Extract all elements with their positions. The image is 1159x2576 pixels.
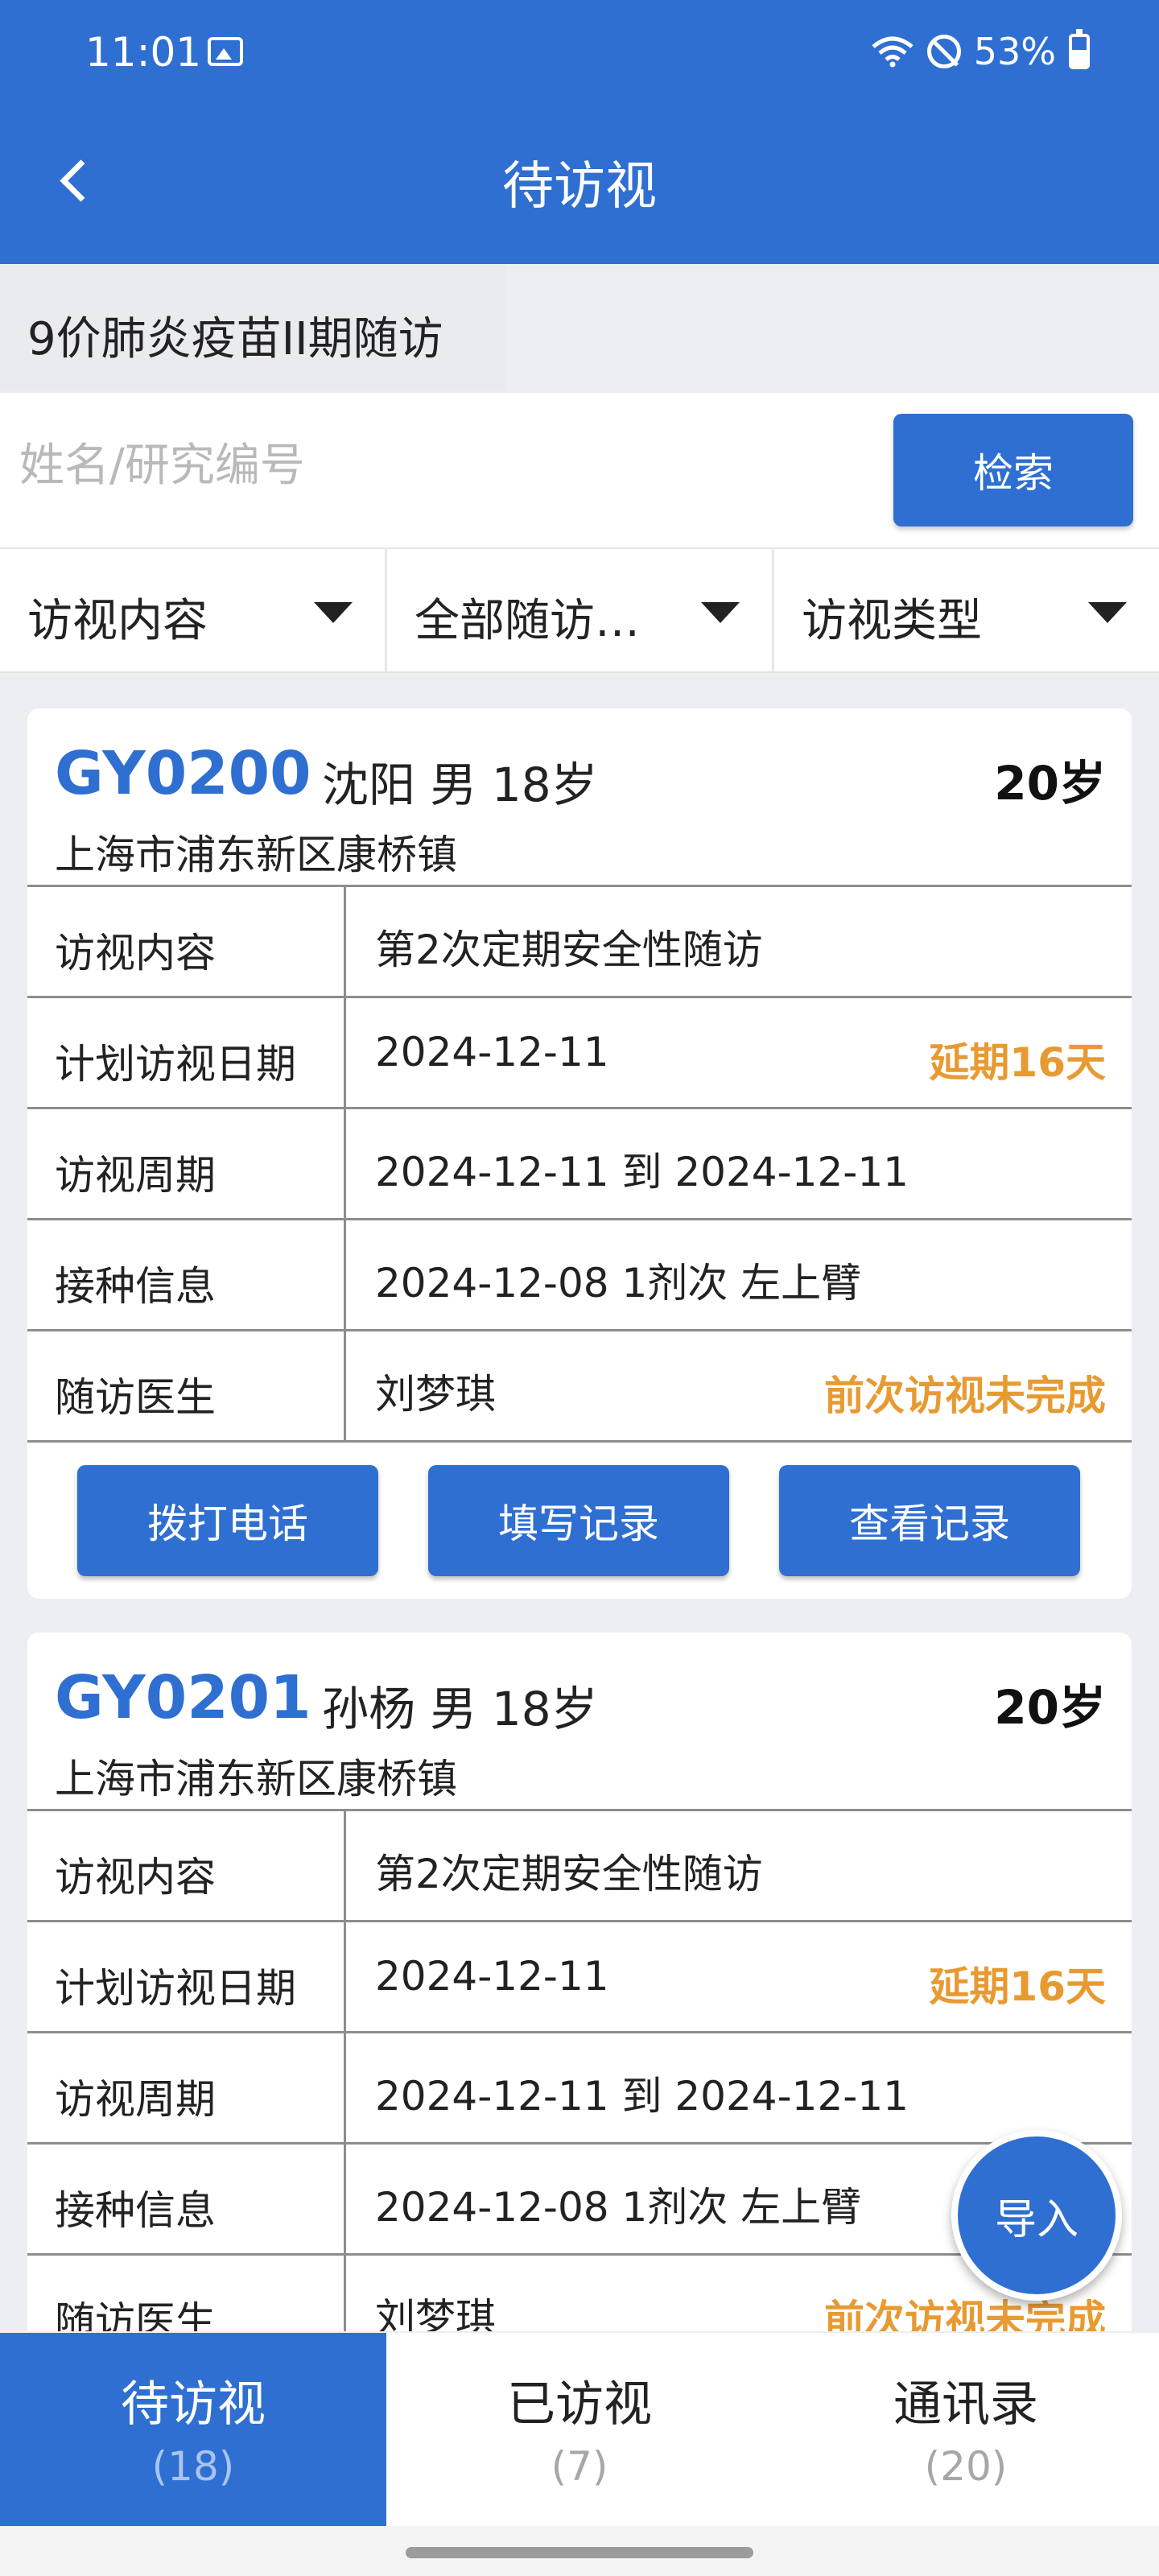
row-value: 2024-12-08 1剂次 左上臂	[375, 2184, 862, 2231]
home-bar[interactable]	[406, 2547, 753, 2558]
filter-bar: 访视内容 全部随访… 访视类型	[0, 549, 1159, 673]
image-icon	[208, 37, 243, 66]
dropdown-caret-icon	[1088, 602, 1127, 623]
row-label: 访视内容	[55, 930, 216, 976]
status-bar: 11:01 53%	[0, 0, 1159, 105]
search-input[interactable]	[19, 425, 864, 506]
tab-count: (7)	[551, 2443, 608, 2490]
wifi-icon	[872, 36, 914, 68]
status-time: 11:01	[85, 29, 202, 76]
info-row: 计划访视日期 2024-12-11 延期16天	[27, 998, 1132, 1109]
search-row: 检索	[0, 393, 1159, 549]
tab-completed-visits[interactable]: 已访视 (7)	[386, 2333, 773, 2526]
row-label: 访视内容	[55, 1854, 216, 1901]
age-badge: 20岁	[994, 1680, 1106, 1735]
row-label: 计划访视日期	[55, 1041, 296, 1088]
dropdown-caret-icon	[314, 602, 353, 623]
project-bar: 9价肺炎疫苗II期随访	[0, 266, 507, 391]
tab-label: 待访视	[121, 2376, 266, 2433]
filter-visit-type[interactable]: 访视类型	[774, 549, 1159, 671]
battery-icon	[1069, 29, 1090, 69]
filter-label: 全部随访…	[415, 595, 640, 647]
import-fab-button[interactable]: 导入	[951, 2130, 1122, 2301]
row-label: 随访医生	[55, 2298, 216, 2331]
row-label-cell: 计划访视日期	[27, 1922, 346, 2031]
row-value: 2024-12-11 到 2024-12-11	[375, 1149, 909, 1195]
info-row: 随访医生 刘梦琪 前次访视未完成	[27, 1331, 1132, 1443]
tab-count: (20)	[924, 2443, 1008, 2490]
app-bar: 待访视	[0, 121, 1159, 233]
row-label-cell: 随访医生	[27, 1331, 346, 1440]
row-label-cell: 访视内容	[27, 1811, 346, 1920]
info-row: 随访医生 刘梦琪 前次访视未完成	[27, 2256, 1132, 2331]
card-actions: 拨打电话 填写记录 查看记录	[27, 1443, 1132, 1599]
tab-contacts[interactable]: 通讯录 (20)	[773, 2333, 1159, 2526]
battery-percent: 53%	[973, 30, 1056, 73]
delay-tag: 延期16天	[929, 1039, 1106, 1086]
status-right: 53%	[871, 27, 1090, 76]
page-title: 待访视	[502, 157, 657, 217]
row-label-cell: 接种信息	[27, 2145, 346, 2253]
row-value: 2024-12-11 到 2024-12-11	[375, 2073, 909, 2120]
row-label: 访视周期	[55, 2076, 216, 2123]
row-label: 接种信息	[55, 1263, 216, 1310]
row-value: 2024-12-08 1剂次 左上臂	[375, 1260, 862, 1307]
tab-pending-visits[interactable]: 待访视 (18)	[0, 2333, 386, 2526]
age-badge: 20岁	[994, 756, 1106, 811]
row-value: 2024-12-11	[375, 1953, 609, 2000]
home-indicator	[0, 2526, 1159, 2576]
row-value: 第2次定期安全性随访	[375, 1851, 763, 1897]
filter-followup[interactable]: 全部随访…	[387, 549, 774, 671]
row-label-cell: 随访医生	[27, 2256, 346, 2331]
row-label: 随访医生	[55, 1374, 216, 1421]
row-value: 第2次定期安全性随访	[375, 927, 763, 973]
info-row: 访视周期 2024-12-11 到 2024-12-11	[27, 1109, 1132, 1220]
visit-list[interactable]: GY0200 沈阳 男 18岁 20岁 上海市浦东新区康桥镇 访视内容 第2次定…	[0, 673, 1159, 2331]
info-row: 访视内容 第2次定期安全性随访	[27, 1811, 1132, 1922]
header: 11:01 53% 待访视	[0, 0, 1159, 264]
row-label-cell: 计划访视日期	[27, 998, 346, 1107]
info-row: 访视周期 2024-12-11 到 2024-12-11	[27, 2033, 1132, 2145]
status-tag: 前次访视未完成	[824, 1373, 1106, 1419]
row-label: 访视周期	[55, 1152, 216, 1199]
search-button[interactable]: 检索	[893, 414, 1133, 526]
row-value: 2024-12-11	[375, 1029, 609, 1075]
row-value: 刘梦琪	[375, 2295, 496, 2331]
info-row: 接种信息 2024-12-08 1剂次 左上臂	[27, 1220, 1132, 1331]
filter-label: 访视内容	[27, 595, 208, 647]
row-label-cell: 访视周期	[27, 1109, 346, 1218]
subject-address: 上海市浦东新区康桥镇	[55, 832, 457, 878]
do-not-disturb-icon	[926, 35, 961, 68]
row-label-cell: 访视周期	[27, 2033, 346, 2142]
view-record-button[interactable]: 查看记录	[779, 1465, 1080, 1576]
row-value: 刘梦琪	[375, 1371, 496, 1418]
subject-info: 沈阳 男 18岁	[322, 758, 598, 812]
subject-info: 孙杨 男 18岁	[322, 1682, 598, 1736]
row-label-cell: 访视内容	[27, 887, 346, 996]
fill-record-button[interactable]: 填写记录	[428, 1465, 729, 1576]
bottom-nav: 待访视 (18) 已访视 (7) 通讯录 (20)	[0, 2333, 1159, 2526]
info-row: 访视内容 第2次定期安全性随访	[27, 887, 1132, 998]
project-name: 9价肺炎疫苗II期随访	[27, 313, 443, 365]
filter-label: 访视类型	[802, 595, 982, 647]
tab-label: 通讯录	[893, 2376, 1038, 2433]
delay-tag: 延期16天	[929, 1963, 1106, 2010]
row-label: 计划访视日期	[55, 1965, 296, 2012]
visit-card: GY0200 沈阳 男 18岁 20岁 上海市浦东新区康桥镇 访视内容 第2次定…	[27, 708, 1132, 1599]
tab-count: (18)	[151, 2443, 235, 2490]
info-row: 计划访视日期 2024-12-11 延期16天	[27, 1922, 1132, 2033]
card-header: GY0200 沈阳 男 18岁 20岁 上海市浦东新区康桥镇	[27, 708, 1132, 887]
subject-address: 上海市浦东新区康桥镇	[55, 1756, 457, 1802]
card-header: GY0201 孙杨 男 18岁 20岁 上海市浦东新区康桥镇	[27, 1633, 1132, 1811]
row-label-cell: 接种信息	[27, 1220, 346, 1329]
subject-code: GY0201	[55, 1663, 311, 1732]
subject-code: GY0200	[55, 739, 311, 808]
call-button[interactable]: 拨打电话	[77, 1465, 378, 1576]
row-label: 接种信息	[55, 2187, 216, 2234]
tab-label: 已访视	[507, 2376, 652, 2433]
filter-visit-content[interactable]: 访视内容	[0, 549, 387, 671]
dropdown-caret-icon	[701, 602, 740, 623]
